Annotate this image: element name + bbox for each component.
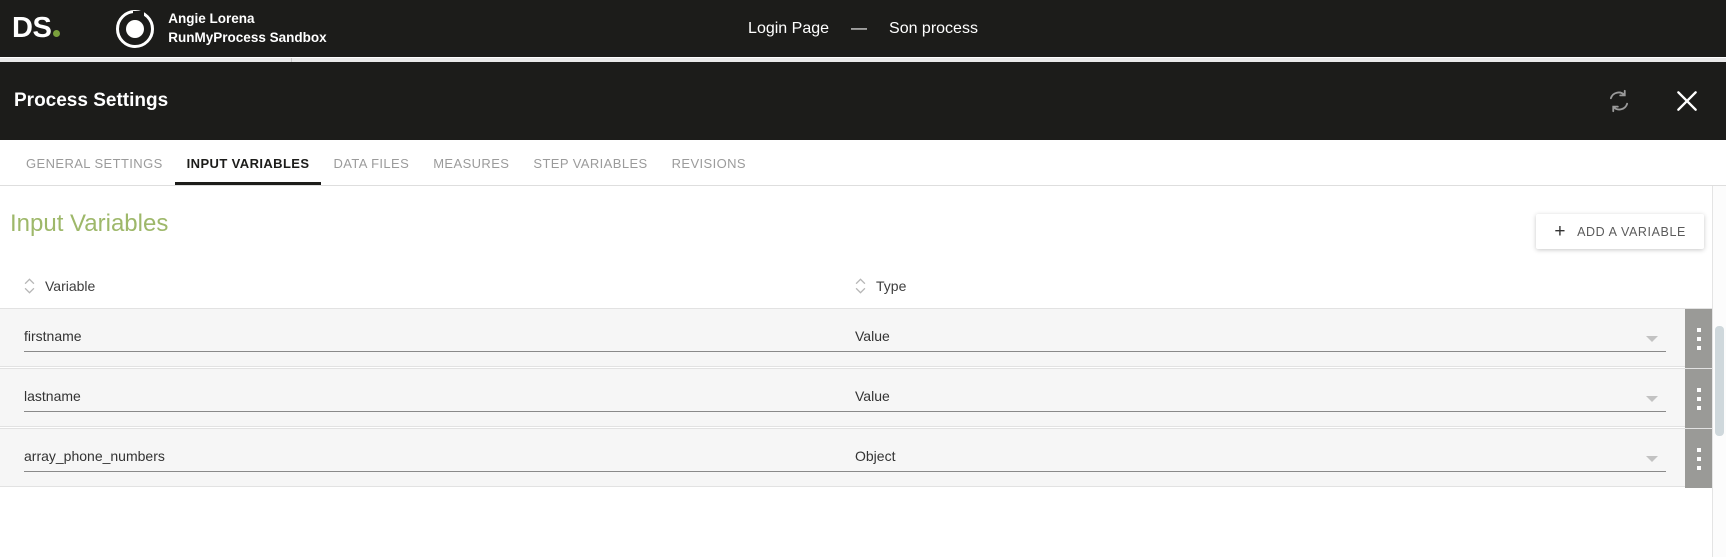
breadcrumb-current[interactable]: Son process xyxy=(889,20,978,38)
type-select-wrapper xyxy=(855,443,1666,472)
variable-name-cell xyxy=(24,443,855,472)
kebab-dot xyxy=(1696,387,1701,392)
variable-type-cell xyxy=(855,443,1726,472)
kebab-dot xyxy=(1696,456,1701,461)
process-settings-header: Process Settings xyxy=(0,62,1726,140)
row-menu-button[interactable] xyxy=(1685,429,1712,488)
sort-arrows-icon[interactable] xyxy=(855,278,866,294)
tab-step-variables[interactable]: STEP VARIABLES xyxy=(521,156,659,185)
breadcrumb-separator: — xyxy=(851,19,868,37)
add-a-variable-label: ADD A VARIABLE xyxy=(1577,224,1686,239)
tab-general-settings[interactable]: GENERAL SETTINGS xyxy=(14,156,175,185)
nav-divider-strip xyxy=(0,57,1726,62)
table-row xyxy=(0,368,1726,428)
variable-name-cell xyxy=(24,383,855,412)
close-icon-glyph xyxy=(1677,91,1697,111)
close-icon[interactable] xyxy=(1670,84,1704,118)
variable-name-input[interactable] xyxy=(24,383,855,412)
column-header-variable-label: Variable xyxy=(45,278,96,294)
input-variables-table: Variable Type xyxy=(0,264,1726,488)
page-title: Input Variables xyxy=(10,210,169,237)
page-header-title: Process Settings xyxy=(14,90,169,111)
column-header-type[interactable]: Type xyxy=(855,278,906,294)
kebab-dot xyxy=(1696,327,1701,332)
top-navigation-bar: DS Angie Lorena RunMyProcess Sandbox Log… xyxy=(0,0,1726,57)
variable-type-select[interactable] xyxy=(855,443,1666,472)
kebab-dot xyxy=(1696,345,1701,350)
table-header-row: Variable Type xyxy=(0,264,1726,308)
sort-down-arrow-icon xyxy=(24,287,35,294)
type-select-wrapper xyxy=(855,383,1666,412)
table-row xyxy=(0,308,1726,368)
input-variables-panel: Input Variables + ADD A VARIABLE Variabl… xyxy=(0,186,1726,557)
sort-up-arrow-icon xyxy=(24,278,35,285)
sort-up-arrow-icon xyxy=(855,278,866,285)
sort-arrows-icon[interactable] xyxy=(24,278,35,294)
breadcrumb: Login Page — Son process xyxy=(0,20,1726,38)
variable-type-select[interactable] xyxy=(855,323,1666,352)
kebab-dot xyxy=(1696,336,1701,341)
column-header-type-label: Type xyxy=(876,278,907,294)
tab-measures[interactable]: MEASURES xyxy=(421,156,521,185)
breadcrumb-parent[interactable]: Login Page xyxy=(748,20,829,38)
kebab-dot xyxy=(1696,396,1701,401)
type-select-wrapper xyxy=(855,323,1666,352)
kebab-dot xyxy=(1696,447,1701,452)
add-a-variable-button[interactable]: + ADD A VARIABLE xyxy=(1536,214,1704,249)
scrollbar-thumb[interactable] xyxy=(1715,326,1724,436)
variable-type-select[interactable] xyxy=(855,383,1666,412)
plus-icon: + xyxy=(1554,221,1567,242)
row-menu-button[interactable] xyxy=(1685,309,1712,368)
table-row xyxy=(0,428,1726,488)
header-actions xyxy=(1602,84,1704,118)
settings-tab-bar: GENERAL SETTINGS INPUT VARIABLES DATA FI… xyxy=(0,140,1726,186)
tab-data-files[interactable]: DATA FILES xyxy=(321,156,421,185)
variable-name-input[interactable] xyxy=(24,323,855,352)
tab-revisions[interactable]: REVISIONS xyxy=(660,156,758,185)
tab-input-variables[interactable]: INPUT VARIABLES xyxy=(174,156,322,185)
refresh-icon[interactable] xyxy=(1602,84,1636,118)
kebab-dot xyxy=(1696,405,1701,410)
sort-down-arrow-icon xyxy=(855,287,866,294)
variable-type-cell xyxy=(855,383,1726,412)
variable-name-input[interactable] xyxy=(24,443,855,472)
row-menu-button[interactable] xyxy=(1685,369,1712,428)
kebab-dot xyxy=(1696,465,1701,470)
column-header-variable[interactable]: Variable xyxy=(24,278,855,294)
vertical-scrollbar[interactable] xyxy=(1712,186,1726,557)
variable-name-cell xyxy=(24,323,855,352)
refresh-icon-glyph xyxy=(1609,89,1629,113)
page-head: Input Variables xyxy=(0,186,1726,248)
variable-type-cell xyxy=(855,323,1726,352)
